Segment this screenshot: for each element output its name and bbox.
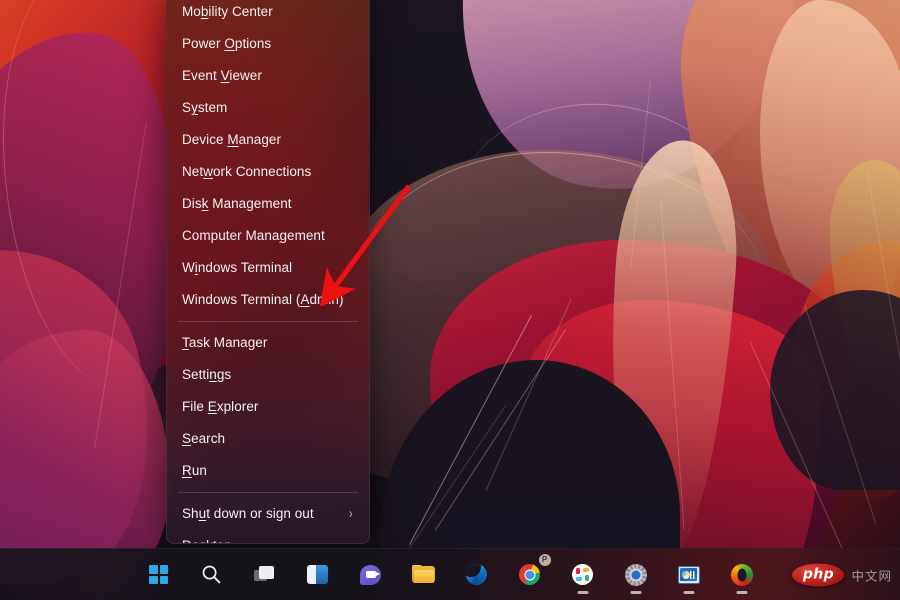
winx-context-menu[interactable]: Mobility Center Power Options Event View… xyxy=(166,0,370,544)
taskbar-widgets-button[interactable] xyxy=(298,555,338,595)
menu-item-mobility-center[interactable]: Mobility Center xyxy=(167,0,369,28)
task-view-icon xyxy=(254,566,275,583)
winx-menu-group-2: Task Manager Settings File Explorer Sear… xyxy=(167,327,369,487)
taskbar-chat-button[interactable] xyxy=(351,555,391,595)
gear-icon xyxy=(624,563,647,586)
folder-icon xyxy=(412,565,435,584)
menu-separator-1 xyxy=(178,321,358,322)
chrome-icon xyxy=(519,564,540,585)
taskbar-task-view-button[interactable] xyxy=(245,555,285,595)
chrome-profile-badge: P xyxy=(538,553,551,566)
menu-item-label: Shut down or sign out xyxy=(182,506,314,522)
menu-item-label: Event Viewer xyxy=(182,68,262,84)
menu-item-label: Settings xyxy=(182,367,232,383)
taskbar[interactable]: P php 中文网 xyxy=(0,548,900,600)
desktop-wallpaper xyxy=(0,0,900,600)
menu-item-label: Task Manager xyxy=(182,335,268,351)
menu-item-label: Computer Management xyxy=(182,228,325,244)
taskbar-slack-button[interactable] xyxy=(563,555,603,595)
menu-item-power-options[interactable]: Power Options xyxy=(167,28,369,60)
menu-item-label: Mobility Center xyxy=(182,4,273,20)
menu-item-label: Network Connections xyxy=(182,164,312,180)
watermark-logo: php xyxy=(792,563,845,586)
taskbar-opera-button[interactable] xyxy=(722,555,762,595)
menu-item-label: Disk Management xyxy=(182,196,292,212)
watermark: php 中文网 xyxy=(792,563,892,586)
menu-item-label: Search xyxy=(182,431,226,447)
menu-item-windows-terminal-admin[interactable]: Windows Terminal (Admin) xyxy=(167,284,369,316)
menu-item-label: Windows Terminal (Admin) xyxy=(182,292,344,308)
edge-icon xyxy=(466,564,487,585)
taskbar-icon-group: P xyxy=(139,553,762,595)
menu-item-label: Device Manager xyxy=(182,132,282,148)
menu-item-settings[interactable]: Settings xyxy=(167,359,369,391)
menu-item-computer-management[interactable]: Computer Management xyxy=(167,220,369,252)
winx-menu-group-3: Shut down or sign out › Desktop xyxy=(167,498,369,543)
chevron-right-icon: › xyxy=(349,505,353,522)
taskbar-edge-button[interactable] xyxy=(457,555,497,595)
menu-item-label: System xyxy=(182,100,228,116)
menu-separator-2 xyxy=(178,492,358,493)
menu-item-run[interactable]: Run xyxy=(167,455,369,487)
menu-item-device-manager[interactable]: Device Manager xyxy=(167,124,369,156)
menu-item-event-viewer[interactable]: Event Viewer xyxy=(167,60,369,92)
menu-item-system[interactable]: System xyxy=(167,92,369,124)
menu-item-label: File Explorer xyxy=(182,399,259,415)
slack-icon xyxy=(572,564,593,585)
menu-item-file-explorer[interactable]: File Explorer xyxy=(167,391,369,423)
widgets-icon xyxy=(307,565,328,584)
opera-icon xyxy=(730,563,753,586)
menu-item-label: Windows Terminal xyxy=(182,260,293,276)
monitor-app-icon xyxy=(677,565,700,584)
menu-item-network-connections[interactable]: Network Connections xyxy=(167,156,369,188)
menu-item-search[interactable]: Search xyxy=(167,423,369,455)
menu-item-shut-down-or-sign-out[interactable]: Shut down or sign out › xyxy=(167,498,369,530)
menu-item-disk-management[interactable]: Disk Management xyxy=(167,188,369,220)
menu-item-label: Run xyxy=(182,463,207,479)
taskbar-monitor-app-button[interactable] xyxy=(669,555,709,595)
search-icon xyxy=(202,565,221,584)
taskbar-search-button[interactable] xyxy=(192,555,232,595)
taskbar-chrome-button[interactable]: P xyxy=(510,553,551,595)
winx-menu-group-1: Mobility Center Power Options Event View… xyxy=(167,0,369,316)
chat-icon xyxy=(360,564,381,585)
windows-logo-icon xyxy=(149,565,168,584)
taskbar-settings-button[interactable] xyxy=(616,555,656,595)
menu-item-label: Power Options xyxy=(182,36,272,52)
menu-item-task-manager[interactable]: Task Manager xyxy=(167,327,369,359)
menu-item-desktop[interactable]: Desktop xyxy=(167,530,369,543)
desktop-screen: Mobility Center Power Options Event View… xyxy=(0,0,900,600)
menu-item-windows-terminal[interactable]: Windows Terminal xyxy=(167,252,369,284)
watermark-site-text: 中文网 xyxy=(851,569,892,583)
taskbar-file-explorer-button[interactable] xyxy=(404,555,444,595)
taskbar-start-button[interactable] xyxy=(139,555,179,595)
menu-item-label: Desktop xyxy=(182,539,232,543)
